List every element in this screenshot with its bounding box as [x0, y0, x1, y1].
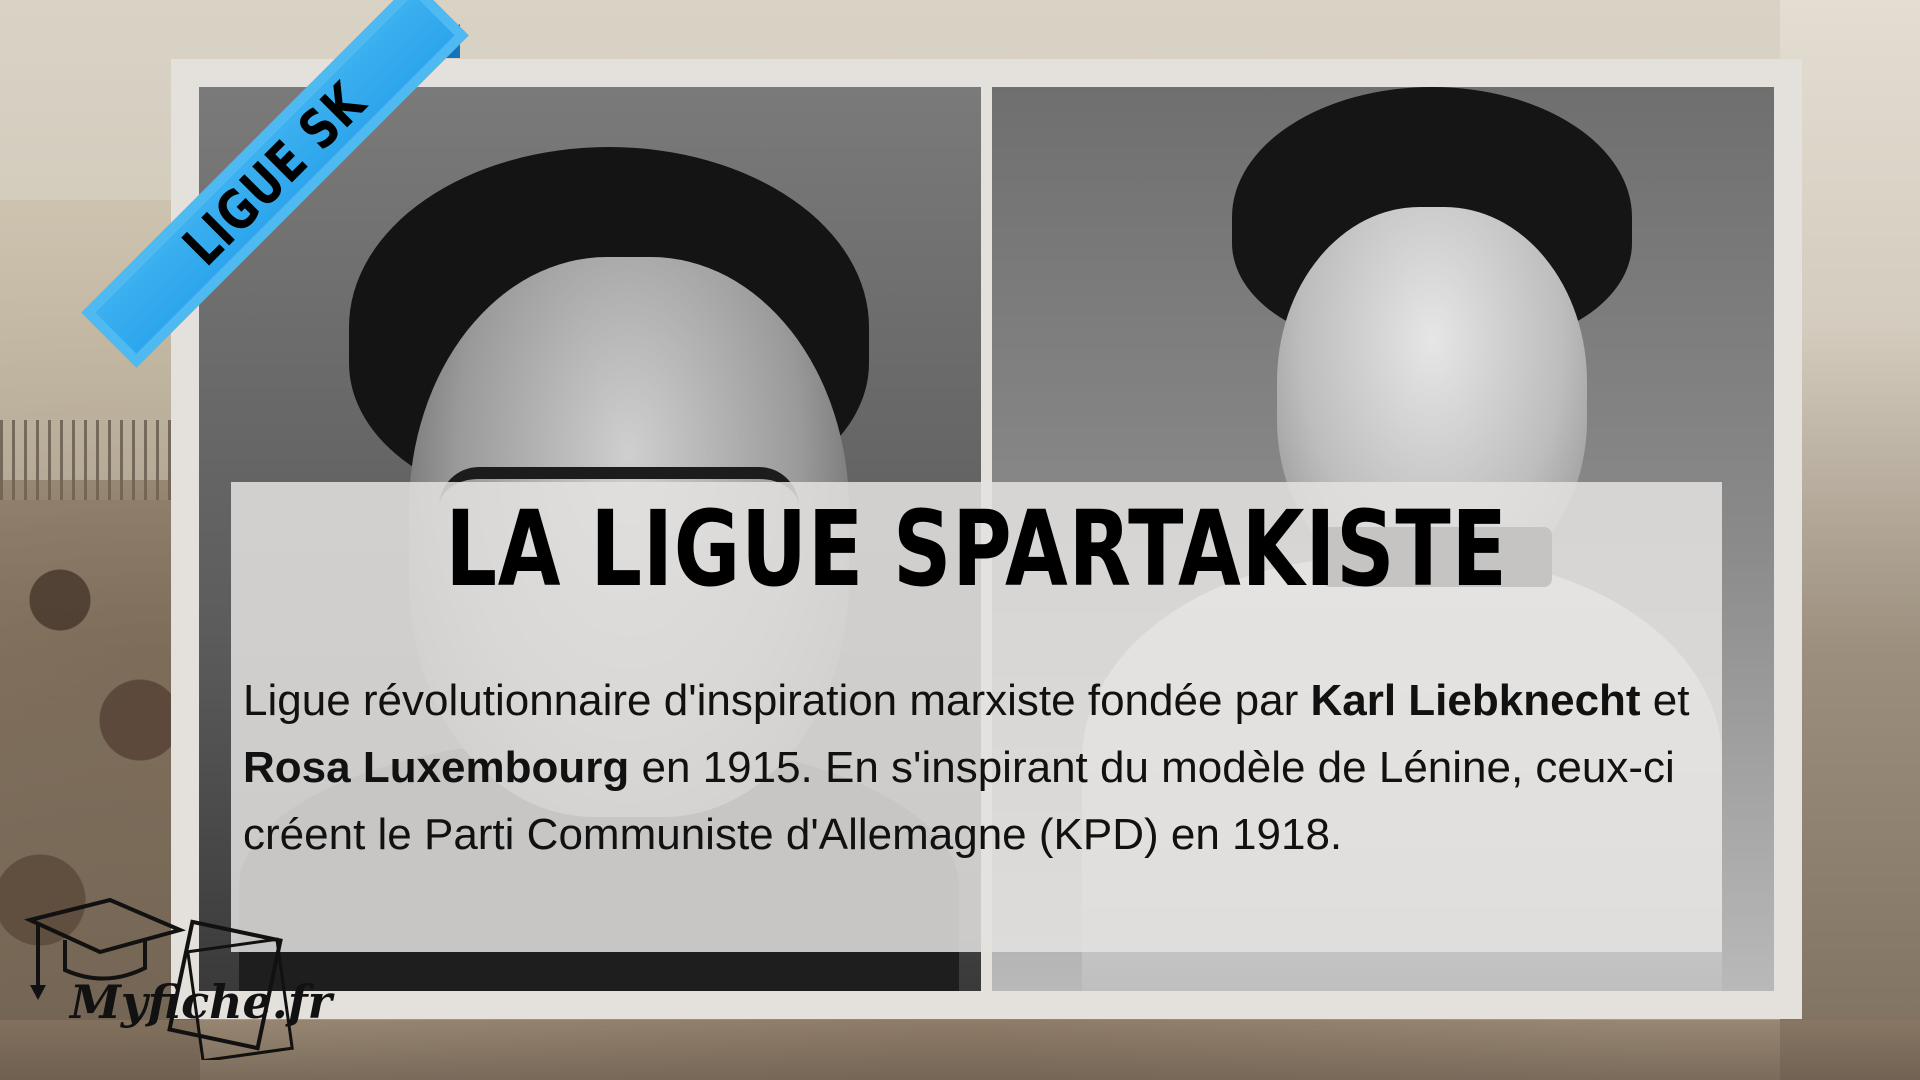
name-rosa-luxembourg: Rosa Luxembourg [243, 743, 630, 792]
corner-ribbon: LIGUE SK [0, 0, 560, 460]
description-part-1: Ligue révolutionnaire d'inspiration marx… [243, 676, 1311, 725]
name-karl-liebknecht: Karl Liebknecht [1310, 676, 1641, 725]
slide-title: LA LIGUE SPARTAKISTE [445, 488, 1508, 610]
description: Ligue révolutionnaire d'inspiration marx… [243, 667, 1713, 868]
myfiche-logo: Myfiche.fr [10, 890, 350, 1063]
slide: LA LIGUE SPARTAKISTE Ligue révolutionnai… [0, 0, 1920, 1080]
logo-text: Myfiche.fr [70, 975, 332, 1029]
ribbon-label: LIGUE SK [171, 70, 379, 278]
ribbon-band: LIGUE SK [81, 0, 469, 368]
description-part-2: et [1640, 676, 1690, 725]
text-panel: LA LIGUE SPARTAKISTE Ligue révolutionnai… [231, 482, 1722, 952]
